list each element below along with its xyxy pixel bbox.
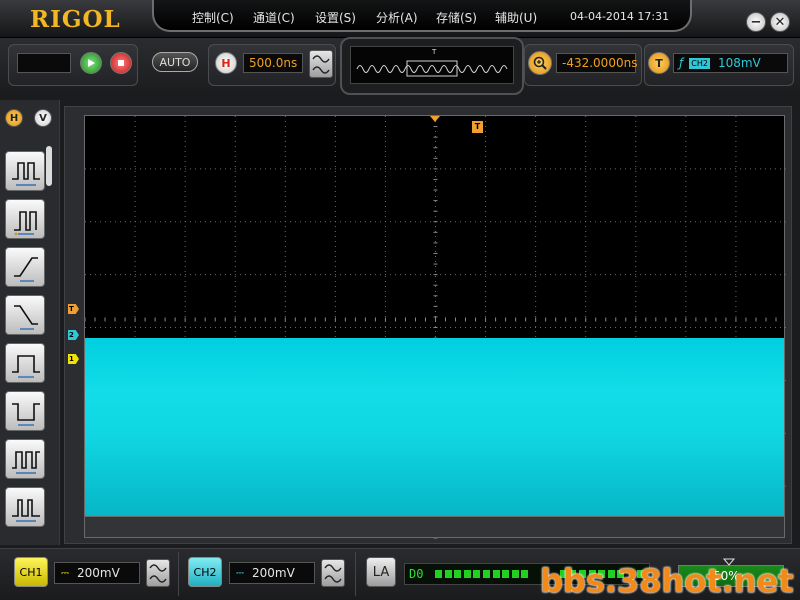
minimize-button[interactable]: − (746, 12, 766, 32)
date-time: 04-04-2014 17:31 (570, 10, 670, 23)
ch1-spinner[interactable] (146, 559, 170, 587)
digital-activity-block (511, 570, 519, 578)
menu-settings[interactable]: 设置(S) (315, 9, 356, 26)
menu-storage[interactable]: 存储(S) (436, 9, 477, 26)
digital-activity-block (483, 570, 490, 578)
status-display (17, 53, 71, 73)
ch1-button[interactable]: CH1 (14, 557, 48, 587)
logic-analyzer-button[interactable]: LA (366, 557, 396, 587)
wave-adjust-icon (312, 55, 330, 74)
trigger-level: 108mV (717, 56, 761, 70)
slope-rise-icon (14, 257, 38, 282)
slope-fall-button[interactable] (5, 295, 45, 335)
rising-edge-icon: ƒ (679, 56, 684, 70)
digital-activity-block (444, 570, 452, 578)
digital-activity-block (454, 570, 462, 578)
menu-utility[interactable]: 辅助(U) (495, 9, 537, 26)
digital-activity-block (463, 570, 471, 578)
overview-screen[interactable]: T (350, 46, 514, 84)
stop-button[interactable] (110, 52, 132, 74)
dc-coupling-icon: ⎓ (236, 567, 244, 579)
timebase-value[interactable]: 500.0ns (243, 53, 303, 73)
runt-trigger-icon (12, 499, 40, 522)
edge-trigger-button[interactable] (5, 151, 45, 191)
dc-coupling-icon: ⎓ (61, 567, 69, 579)
pattern-trigger-button[interactable] (5, 439, 45, 479)
slope-rise-button[interactable] (5, 247, 45, 287)
zoom-button[interactable] (528, 51, 552, 75)
pulse-trigger-button[interactable] (5, 199, 45, 239)
negative-pulse-icon (12, 403, 40, 426)
ch2-button[interactable]: CH2 (188, 557, 222, 587)
digital-activity-block (492, 570, 500, 578)
zoom-icon (533, 56, 547, 70)
ch2-scale[interactable]: ⎓ 200mV (229, 562, 315, 584)
left-panel-scrollbar[interactable] (46, 146, 52, 186)
d0-label: D0 (409, 567, 424, 581)
trigger-badge[interactable]: T (648, 52, 670, 74)
screen-status-strip (85, 516, 784, 537)
play-icon (88, 59, 95, 67)
ch1-scale-value: 200mV (76, 566, 120, 580)
pattern-trigger-icon (12, 451, 40, 474)
tab-horizontal[interactable]: H (5, 109, 23, 127)
runt-trigger-button[interactable] (5, 487, 45, 527)
auto-button[interactable]: AUTO (152, 52, 198, 72)
trigger-info[interactable]: ƒ CH2 108mV (673, 53, 788, 73)
stop-icon (118, 60, 124, 66)
overview-trigger-marker: T (432, 48, 437, 56)
wave-adjust-icon (149, 564, 167, 583)
rigol-logo: RIGOL (30, 6, 121, 33)
ch2-spinner[interactable] (321, 559, 345, 587)
divider (178, 552, 179, 596)
negative-pulse-button[interactable] (5, 391, 45, 431)
menu-analysis[interactable]: 分析(A) (376, 9, 418, 26)
tab-vertical[interactable]: V (34, 109, 52, 127)
ch1-scale[interactable]: ⎓ 200mV (54, 562, 140, 584)
digital-activity-block (435, 570, 442, 578)
divider (355, 552, 356, 596)
wave-adjust-icon (324, 564, 342, 583)
horizontal-badge: H (215, 52, 237, 74)
digital-activity-block (473, 570, 481, 578)
ch2-waveform (85, 338, 784, 516)
menu-control[interactable]: 控制(C) (192, 9, 234, 26)
positive-pulse-button[interactable] (5, 343, 45, 383)
menu-channel[interactable]: 通道(C) (253, 9, 295, 26)
digital-activity-block (521, 570, 529, 578)
digital-activity-block (502, 570, 510, 578)
pulse-trigger-icon (14, 211, 37, 236)
digital-activity-block (531, 570, 538, 578)
timebase-spinner[interactable] (309, 50, 333, 78)
ch2-scale-value: 200mV (251, 566, 295, 580)
run-button[interactable] (80, 52, 102, 74)
trigger-source-badge: CH2 (689, 57, 710, 69)
close-button[interactable]: ✕ (770, 12, 790, 32)
watermark: bbs.38hot.net (540, 562, 794, 600)
trigger-delay-marker[interactable]: T (472, 121, 483, 133)
trigger-position-icon (430, 116, 440, 122)
slope-fall-icon (14, 305, 38, 330)
edge-trigger-icon (12, 162, 40, 186)
offset-value[interactable]: -432.0000ns (556, 53, 637, 73)
positive-pulse-icon (12, 355, 40, 378)
